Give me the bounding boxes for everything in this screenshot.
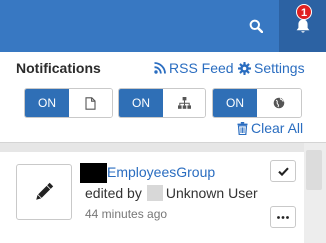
redacted-block [80,163,107,183]
scrollbar-thumb[interactable] [306,150,322,190]
clear-all-label: Clear All [251,120,304,136]
toggle-option[interactable] [257,89,301,117]
notification-count-badge: 1 [296,4,312,20]
toggle-on-label[interactable]: ON [119,89,163,117]
globe-icon [273,97,285,109]
toggle-file-notifications[interactable]: ON [24,88,113,118]
notifications-panel: Notifications RSS Feed Settings ON ON ON… [0,52,326,143]
top-navbar: 1 [0,0,326,52]
notifications-button[interactable]: 1 [279,0,326,52]
rss-icon [154,62,166,74]
more-options-button[interactable] [270,206,296,228]
toggle-global-notifications[interactable]: ON [212,88,302,118]
rss-feed-link[interactable]: RSS Feed [154,60,234,76]
file-icon [85,96,96,110]
rss-feed-label: RSS Feed [169,60,234,76]
toggle-group-notifications[interactable]: ON [118,88,206,118]
bell-icon [296,19,309,33]
mark-read-button[interactable] [270,160,296,182]
trash-icon [237,121,248,135]
timestamp: 44 minutes ago [85,207,168,221]
search-button[interactable] [234,0,278,52]
pencil-icon [36,182,54,200]
panel-title: Notifications [16,60,101,76]
notification-item[interactable]: EmployeesGroup edited by Unknown User 44… [0,152,304,243]
gear-icon [238,61,251,75]
clear-all-link[interactable]: Clear All [237,120,303,136]
user-name[interactable]: Unknown User [166,185,258,201]
edited-by-line: edited by Unknown User [85,185,258,201]
settings-link[interactable]: Settings [238,60,305,76]
ellipsis-icon [277,215,289,219]
check-icon [277,166,289,176]
toggle-on-label[interactable]: ON [213,89,257,117]
avatar [146,185,163,201]
settings-label: Settings [254,60,305,76]
toggle-on-label[interactable]: ON [25,89,69,117]
search-icon [249,19,263,33]
toggle-option[interactable] [163,89,205,117]
edited-by-label: edited by [85,185,142,201]
group-name-link[interactable]: EmployeesGroup [107,164,215,180]
toggle-option[interactable] [69,89,112,117]
notification-thumbnail [16,164,72,220]
sitemap-icon [177,97,191,109]
